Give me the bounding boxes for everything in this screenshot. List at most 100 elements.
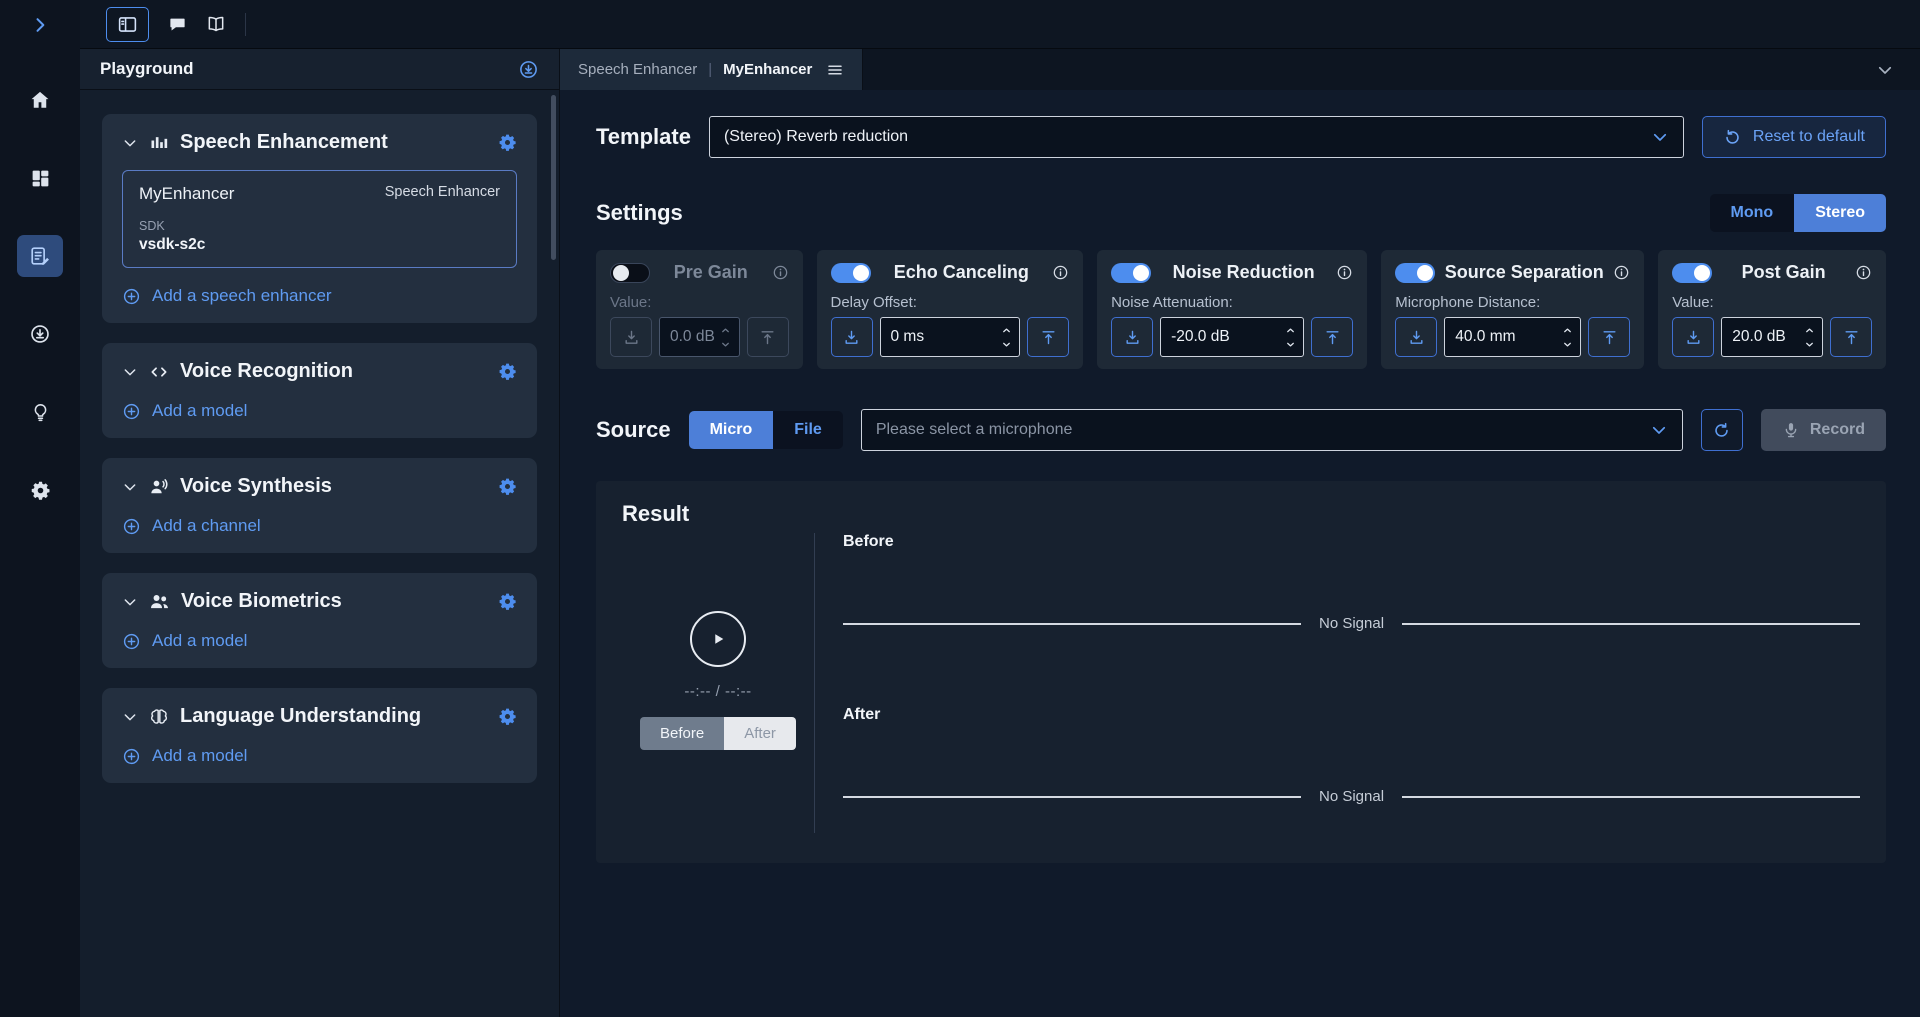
- download-circle-icon: [518, 59, 539, 80]
- reset-to-default-button[interactable]: Reset to default: [1702, 116, 1886, 158]
- record-button[interactable]: Record: [1761, 409, 1886, 451]
- rail-settings-button[interactable]: [17, 469, 63, 511]
- docs-button[interactable]: [206, 14, 226, 34]
- chevron-down-icon: [1876, 61, 1894, 79]
- playground-panel: Playground Speech Enhancement: [80, 49, 560, 1017]
- main-column: Playground Speech Enhancement: [80, 0, 1920, 1017]
- result-panel: Result --:-- / --:-- Before After: [596, 481, 1886, 863]
- value-stepper[interactable]: [997, 325, 1019, 350]
- post-gain-value-input[interactable]: 20.0 dB: [1721, 317, 1823, 357]
- stepper-down-icon: [1562, 339, 1573, 350]
- post-gain-toggle[interactable]: [1672, 263, 1712, 283]
- setting-title: Source Separation: [1443, 262, 1605, 283]
- value-stepper[interactable]: [1281, 325, 1303, 350]
- value-stepper[interactable]: [717, 325, 739, 350]
- rail-dashboard-button[interactable]: [17, 157, 63, 199]
- gear-icon: [498, 477, 517, 496]
- import-value-button[interactable]: [1111, 317, 1153, 357]
- rail-download-button[interactable]: [17, 313, 63, 355]
- export-value-button[interactable]: [1830, 317, 1872, 357]
- add-channel-button[interactable]: Add a channel: [122, 516, 517, 536]
- info-icon[interactable]: [1336, 264, 1353, 281]
- before-option[interactable]: Before: [640, 717, 724, 750]
- time-display: --:-- / --:--: [684, 683, 751, 700]
- section-settings-button[interactable]: [498, 707, 517, 726]
- noise-reduction-toggle[interactable]: [1111, 263, 1151, 283]
- panel-layout-button[interactable]: [106, 7, 149, 42]
- export-value-button[interactable]: [1027, 317, 1069, 357]
- param-label: Delay Offset:: [831, 294, 1070, 311]
- stepper-up-icon: [1562, 325, 1573, 336]
- file-option[interactable]: File: [773, 411, 843, 449]
- import-value-button[interactable]: [1672, 317, 1714, 357]
- chevron-down-icon: [122, 594, 138, 610]
- noise-attenuation-input[interactable]: -20.0 dB: [1160, 317, 1304, 357]
- delay-offset-input[interactable]: 0 ms: [880, 317, 1021, 357]
- channel-mode-toggle: Mono Stereo: [1710, 194, 1886, 232]
- rail-playground-button[interactable]: [17, 235, 63, 277]
- import-value-button[interactable]: [831, 317, 873, 357]
- collapse-section-button[interactable]: [122, 364, 138, 380]
- echo-canceling-toggle[interactable]: [831, 263, 871, 283]
- panel-scrollbar[interactable]: [551, 95, 556, 260]
- tab-strip: Speech Enhancer | MyEnhancer: [560, 49, 1920, 90]
- collapse-section-button[interactable]: [122, 709, 138, 725]
- stereo-option[interactable]: Stereo: [1794, 194, 1886, 232]
- add-model-button[interactable]: Add a model: [122, 631, 517, 651]
- value-stepper[interactable]: [1800, 325, 1822, 350]
- import-icon: [623, 329, 640, 346]
- chat-button[interactable]: [168, 15, 187, 34]
- playground-icon: [29, 245, 51, 267]
- microphone-distance-input[interactable]: 40.0 mm: [1444, 317, 1581, 357]
- section-settings-button[interactable]: [498, 133, 517, 152]
- collapse-section-button[interactable]: [122, 135, 138, 151]
- after-option[interactable]: After: [724, 717, 796, 750]
- add-speech-enhancer-button[interactable]: Add a speech enhancer: [122, 286, 517, 306]
- play-button[interactable]: [690, 611, 746, 667]
- plus-circle-icon: [122, 287, 141, 306]
- import-value-button[interactable]: [1395, 317, 1437, 357]
- template-select[interactable]: (Stereo) Reverb reduction: [709, 116, 1684, 158]
- rail-tips-button[interactable]: [17, 391, 63, 433]
- pre-gain-toggle[interactable]: [610, 263, 650, 283]
- value-stepper[interactable]: [1558, 325, 1580, 350]
- export-value-button[interactable]: [1588, 317, 1630, 357]
- expand-sidebar-button[interactable]: [0, 0, 80, 49]
- reset-icon: [1723, 128, 1742, 147]
- export-value-button[interactable]: [747, 317, 789, 357]
- tab-menu-button[interactable]: [826, 61, 844, 79]
- section-settings-button[interactable]: [498, 477, 517, 496]
- tab-myenhancer[interactable]: Speech Enhancer | MyEnhancer: [560, 49, 863, 90]
- section-settings-button[interactable]: [498, 592, 517, 611]
- before-track-waveform: No Signal: [843, 615, 1860, 632]
- info-icon[interactable]: [1613, 264, 1630, 281]
- info-icon[interactable]: [772, 264, 789, 281]
- gear-icon: [498, 133, 517, 152]
- import-icon: [843, 329, 860, 346]
- source-separation-toggle[interactable]: [1395, 263, 1435, 283]
- section-title: Voice Biometrics: [181, 590, 487, 613]
- add-model-button[interactable]: Add a model: [122, 746, 517, 766]
- info-icon[interactable]: [1052, 264, 1069, 281]
- settings-heading: Settings: [596, 200, 683, 226]
- microphone-select[interactable]: Please select a microphone: [861, 409, 1683, 451]
- dashboard-icon: [30, 168, 51, 189]
- section-settings-button[interactable]: [498, 362, 517, 381]
- tab-overflow-button[interactable]: [1876, 61, 1894, 79]
- collapse-section-button[interactable]: [122, 594, 138, 610]
- refresh-devices-button[interactable]: [1701, 409, 1743, 451]
- rail-home-button[interactable]: [17, 79, 63, 121]
- pre-gain-value-input[interactable]: 0.0 dB: [659, 317, 740, 357]
- import-value-button[interactable]: [610, 317, 652, 357]
- section-card-speech-enhancement: Speech Enhancement MyEnhancer Speech Enh…: [102, 114, 537, 323]
- mono-option[interactable]: Mono: [1710, 194, 1795, 232]
- playground-download-button[interactable]: [518, 59, 539, 80]
- info-icon[interactable]: [1855, 264, 1872, 281]
- chevron-down-icon: [122, 479, 138, 495]
- export-value-button[interactable]: [1311, 317, 1353, 357]
- enhancer-workbench: Template (Stereo) Reverb reduction Reset…: [560, 90, 1920, 1017]
- collapse-section-button[interactable]: [122, 479, 138, 495]
- micro-option[interactable]: Micro: [689, 411, 774, 449]
- add-model-button[interactable]: Add a model: [122, 401, 517, 421]
- enhancer-list-item[interactable]: MyEnhancer Speech Enhancer SDK vsdk-s2c: [122, 170, 517, 268]
